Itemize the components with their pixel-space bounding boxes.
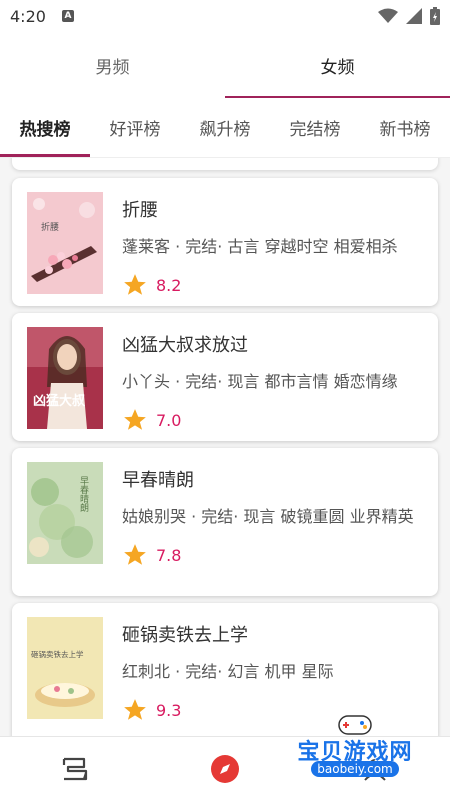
book-score: 7.8: [156, 545, 182, 565]
status-time: 4:20: [10, 6, 46, 26]
book-rating: 7.0: [122, 407, 426, 433]
book-cover: 砸锅卖铁去上学: [27, 617, 103, 719]
book-info: 砸锅卖铁去上学 红刺北 · 完结· 幻言 机甲 星际 9.3: [122, 621, 426, 723]
gender-tabs: 男频 女频: [0, 32, 450, 98]
book-card[interactable]: 折腰 折腰 蓬莱客 · 完结· 古言 穿越时空 相爱相杀 8.2: [12, 178, 438, 306]
book-cover: 凶猛大叔: [27, 327, 103, 429]
signal-icon: [406, 8, 422, 24]
book-score: 8.2: [156, 275, 182, 295]
bookshelf-icon: [62, 757, 88, 780]
tab-hot-search[interactable]: 热搜榜: [0, 98, 90, 157]
tab-female[interactable]: 女频: [225, 32, 450, 98]
tab-new-book[interactable]: 新书榜: [360, 98, 450, 157]
book-meta: 红刺北 · 完结· 幻言 机甲 星际: [122, 662, 334, 681]
status-bar: 4:20 A: [0, 0, 450, 32]
cover-title: 折腰: [41, 221, 59, 233]
book-cover: 早春晴朗: [27, 462, 103, 564]
book-card[interactable]: 早春晴朗 早春晴朗 姑娘别哭 · 完结· 现言 破镜重圆 业界精英 7.8: [12, 448, 438, 596]
book-rating: 8.2: [122, 272, 426, 298]
book-card-partial[interactable]: [12, 158, 438, 170]
book-score: 7.0: [156, 410, 182, 430]
book-title: 折腰: [122, 200, 158, 221]
compass-icon: [211, 754, 239, 783]
book-info: 早春晴朗 姑娘别哭 · 完结· 现言 破镜重圆 业界精英 7.8: [122, 466, 426, 568]
book-cover: 折腰: [27, 192, 103, 294]
book-rating: 7.8: [122, 542, 426, 568]
cover-title: 砸锅卖铁去上学: [31, 649, 84, 659]
tab-male[interactable]: 男频: [0, 32, 225, 98]
wifi-icon: [378, 8, 398, 23]
book-meta: 蓬莱客 · 完结· 古言 穿越时空 相爱相杀: [122, 237, 398, 256]
book-score: 9.3: [156, 700, 182, 720]
book-card[interactable]: 凶猛大叔 凶猛大叔求放过 小丫头 · 完结· 现言 都市言情 婚恋情缘 7.0: [12, 313, 438, 441]
nav-bookshelf[interactable]: [0, 737, 150, 800]
nav-discover[interactable]: [150, 737, 300, 800]
book-meta: 姑娘别哭 · 完结· 现言 破镜重圆 业界精英: [122, 507, 414, 526]
star-icon: [124, 409, 146, 430]
cover-title: 凶猛大叔: [33, 393, 86, 409]
book-meta: 小丫头 · 完结· 现言 都市言情 婚恋情缘: [122, 372, 398, 391]
book-title: 砸锅卖铁去上学: [122, 625, 248, 646]
watermark-logo: 宝贝游戏网 baobeiy.com: [290, 712, 420, 788]
star-icon: [124, 699, 146, 720]
tab-completed[interactable]: 完结榜: [270, 98, 360, 157]
ranking-tabs: 热搜榜 好评榜 飙升榜 完结榜 新书榜: [0, 98, 450, 158]
book-title: 早春晴朗: [122, 470, 194, 491]
star-icon: [124, 274, 146, 295]
status-icons: [378, 7, 440, 25]
watermark-url: baobeiy.com: [311, 761, 399, 777]
cover-title: 早春晴朗: [78, 476, 89, 513]
notification-a-icon: A: [61, 10, 74, 22]
book-info: 折腰 蓬莱客 · 完结· 古言 穿越时空 相爱相杀 8.2: [122, 196, 426, 298]
tab-good-review[interactable]: 好评榜: [90, 98, 180, 157]
book-title: 凶猛大叔求放过: [122, 335, 248, 356]
tab-rising[interactable]: 飙升榜: [180, 98, 270, 157]
book-list[interactable]: 折腰 折腰 蓬莱客 · 完结· 古言 穿越时空 相爱相杀 8.2 凶猛大叔 凶猛…: [0, 158, 450, 736]
star-icon: [124, 544, 146, 565]
book-info: 凶猛大叔求放过 小丫头 · 完结· 现言 都市言情 婚恋情缘 7.0: [122, 331, 426, 433]
battery-icon: [430, 7, 440, 25]
